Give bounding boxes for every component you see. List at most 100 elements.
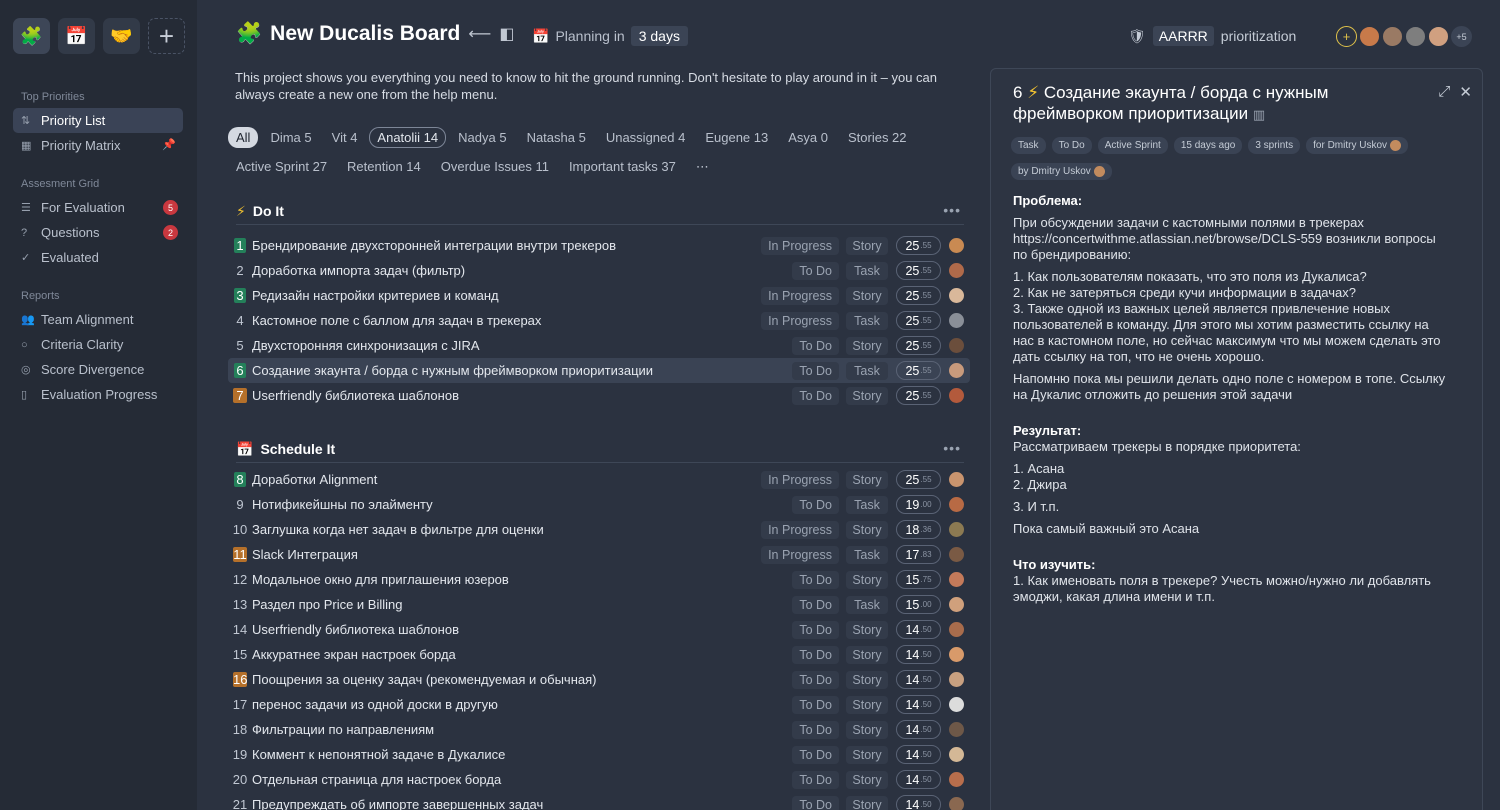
calendar-app-icon[interactable]: 📅 <box>58 18 95 54</box>
more-filters-icon[interactable]: ⋯ <box>688 156 717 178</box>
type-badge[interactable]: Story <box>846 470 888 489</box>
table-row[interactable]: 4 Кастомное поле с баллом для задач в тре… <box>228 308 970 333</box>
filter-chip[interactable]: Unassigned 4 <box>598 127 694 148</box>
avatar[interactable] <box>949 263 964 278</box>
issue-title[interactable]: перенос задачи из одной доски в другую <box>252 697 498 712</box>
status-badge[interactable]: To Do <box>792 261 839 280</box>
pin-icon[interactable]: 📌 <box>162 138 176 151</box>
score-badge[interactable]: 25.55 <box>896 336 941 355</box>
filter-chip[interactable]: Active Sprint 27 <box>228 156 335 178</box>
issue-title[interactable]: Раздел про Price и Billing <box>252 597 402 612</box>
type-badge[interactable]: Story <box>846 620 888 639</box>
issue-title[interactable]: Userfriendly библиотека шаблонов <box>252 388 459 403</box>
issue-title[interactable]: Коммент к непонятной задаче в Дукалисе <box>252 747 505 762</box>
type-badge[interactable]: Story <box>846 745 888 764</box>
more-members[interactable]: +5 <box>1451 26 1472 47</box>
table-row[interactable]: 10 Заглушка когда нет задач в фильтре для… <box>228 517 970 542</box>
table-row[interactable]: 18 Фильтрации по направлениям To Do Story 14… <box>228 717 970 742</box>
filter-chip[interactable]: Stories 22 <box>840 127 915 148</box>
table-row[interactable]: 6 Создание экаунта / борда с нужным фрейм… <box>228 358 970 383</box>
issue-title[interactable]: Фильтрации по направлениям <box>252 722 434 737</box>
type-badge[interactable]: Task <box>846 311 888 330</box>
score-badge[interactable]: 15.00 <box>896 595 941 614</box>
sidebar-item-for-evaluation[interactable]: ☰ For Evaluation 5 <box>13 195 183 220</box>
score-badge[interactable]: 14.50 <box>896 720 941 739</box>
avatar[interactable] <box>949 363 964 378</box>
score-badge[interactable]: 14.50 <box>896 795 941 810</box>
avatar[interactable] <box>1428 26 1449 47</box>
avatar[interactable] <box>1405 26 1426 47</box>
type-badge[interactable]: Task <box>846 495 888 514</box>
score-badge[interactable]: 14.50 <box>896 620 941 639</box>
issue-title[interactable]: Брендирование двухсторонней интеграции в… <box>252 238 616 253</box>
avatar[interactable] <box>949 722 964 737</box>
table-row[interactable]: 20 Отдельная страница для настроек борда T… <box>228 767 970 792</box>
group-header-schedule-it[interactable]: 📅 Schedule It ••• <box>236 436 964 463</box>
avatar[interactable] <box>949 522 964 537</box>
status-badge[interactable]: To Do <box>792 570 839 589</box>
filter-chip[interactable]: Natasha 5 <box>519 127 594 148</box>
status-badge[interactable]: To Do <box>792 386 839 405</box>
avatar[interactable] <box>949 647 964 662</box>
sidebar-item-criteria-clarity[interactable]: ○ Criteria Clarity <box>13 332 183 357</box>
table-row[interactable]: 15 Аккуратнее экран настроек борда To Do St… <box>228 642 970 667</box>
issue-title-text[interactable]: Создание экаунта / борда с нужным фреймв… <box>1013 83 1328 123</box>
status-badge[interactable]: To Do <box>792 745 839 764</box>
status-badge[interactable]: To Do <box>792 645 839 664</box>
type-badge[interactable]: Story <box>846 670 888 689</box>
avatar[interactable] <box>949 622 964 637</box>
status-badge[interactable]: In Progress <box>761 520 839 539</box>
invite-member-icon[interactable]: + <box>1336 26 1357 47</box>
filter-chip[interactable]: Dima 5 <box>262 127 319 148</box>
chip-status[interactable]: To Do <box>1051 137 1092 154</box>
filter-chip[interactable]: Vit 4 <box>324 127 366 148</box>
type-badge[interactable]: Story <box>846 336 888 355</box>
sidebar-item-evaluation-progress[interactable]: ▯ Evaluation Progress <box>13 382 183 407</box>
sidebar-item-evaluated[interactable]: ✓ Evaluated <box>13 245 183 270</box>
type-badge[interactable]: Task <box>846 361 888 380</box>
table-row[interactable]: 5 Двухсторонняя синхронизация с JIRA To Do… <box>228 333 970 358</box>
type-badge[interactable]: Story <box>846 236 888 255</box>
add-app-icon[interactable]: + <box>148 18 185 54</box>
status-badge[interactable]: In Progress <box>761 311 839 330</box>
status-badge[interactable]: In Progress <box>761 545 839 564</box>
table-row[interactable]: 11 Slack Интеграция In Progress Task 17.83 <box>228 542 970 567</box>
sidebar-item-questions[interactable]: ? Questions 2 <box>13 220 183 245</box>
issue-title[interactable]: Поощрения за оценку задач (рекомендуемая… <box>252 672 596 687</box>
type-badge[interactable]: Story <box>846 770 888 789</box>
filter-chip[interactable]: Overdue Issues 11 <box>433 156 557 178</box>
avatar[interactable] <box>949 288 964 303</box>
score-badge[interactable]: 14.50 <box>896 770 941 789</box>
score-badge[interactable]: 15.75 <box>896 570 941 589</box>
planning-indicator[interactable]: 📅 Planning in 3 days <box>532 26 688 46</box>
avatar[interactable] <box>949 747 964 762</box>
avatar[interactable] <box>949 797 964 810</box>
avatar[interactable] <box>949 338 964 353</box>
chip-type[interactable]: Task <box>1011 137 1046 154</box>
sidebar-item-score-divergence[interactable]: ◎ Score Divergence <box>13 357 183 382</box>
avatar[interactable] <box>949 547 964 562</box>
score-badge[interactable]: 14.50 <box>896 745 941 764</box>
chip-sprint[interactable]: Active Sprint <box>1097 137 1168 154</box>
table-row[interactable]: 13 Раздел про Price и Billing To Do Task 15.… <box>228 592 970 617</box>
issue-title[interactable]: Доработка импорта задач (фильтр) <box>252 263 465 278</box>
status-badge[interactable]: To Do <box>792 495 839 514</box>
panel-toggle-icon[interactable]: ◧ <box>499 24 514 44</box>
score-badge[interactable]: 14.50 <box>896 670 941 689</box>
issue-title[interactable]: Userfriendly библиотека шаблонов <box>252 622 459 637</box>
handshake-app-icon[interactable]: 🤝 <box>103 18 140 54</box>
table-row[interactable]: 21 Предупреждать об импорте завершенных з… <box>228 792 970 810</box>
filter-chip[interactable]: Retention 14 <box>339 156 429 178</box>
filter-chip[interactable]: Important tasks 37 <box>561 156 684 178</box>
score-badge[interactable]: 25.55 <box>896 361 941 380</box>
avatar[interactable] <box>949 238 964 253</box>
issue-description[interactable]: Проблема: При обсуждении задачи с кастом… <box>1013 193 1453 605</box>
more-icon[interactable]: ••• <box>943 440 961 456</box>
status-badge[interactable]: In Progress <box>761 470 839 489</box>
type-badge[interactable]: Story <box>846 695 888 714</box>
avatar[interactable] <box>949 313 964 328</box>
avatar[interactable] <box>1382 26 1403 47</box>
type-badge[interactable]: Story <box>846 720 888 739</box>
collapse-arrow-icon[interactable]: ⟵ <box>468 24 491 44</box>
issue-title[interactable]: Модальное окно для приглашения юзеров <box>252 572 509 587</box>
